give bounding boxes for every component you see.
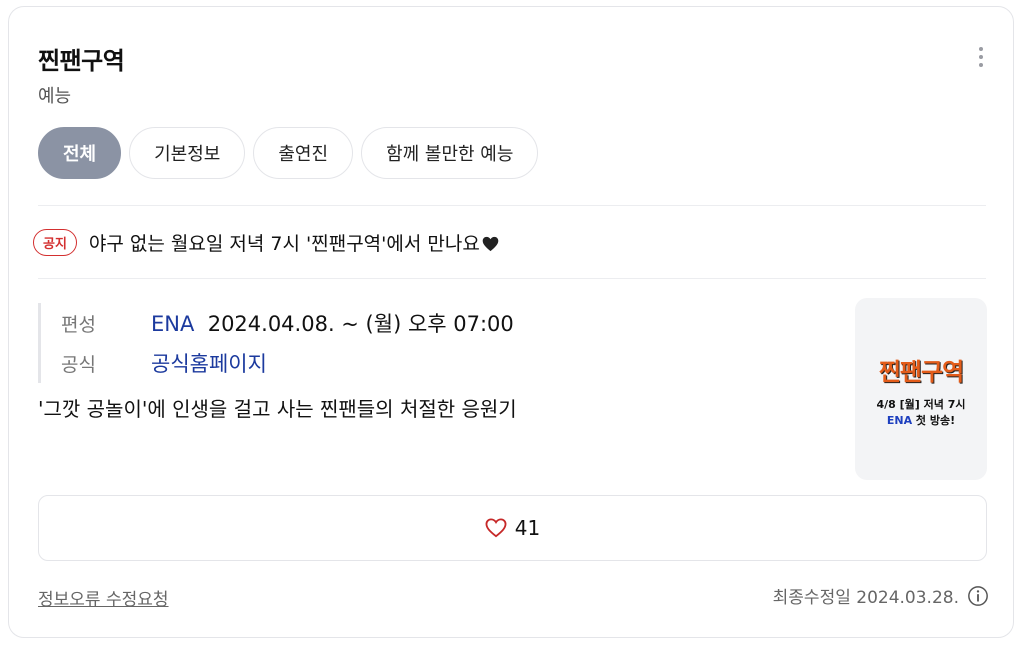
poster-channel: ENA [886,414,913,427]
tab-all[interactable]: 전체 [38,127,122,179]
tab-basic-info[interactable]: 기본정보 [129,127,246,179]
info-icon[interactable] [967,585,989,607]
last-updated-text: 최종수정일 2024.03.28. [772,588,959,608]
broadcast-info: 편성 ENA 2024.04.08. ~ (월) 오후 07:00 공식 공식홈… [38,303,514,383]
like-count: 41 [514,516,541,540]
divider [38,278,986,279]
notice-text: 야구 없는 월요일 저녁 7시 '찐팬구역'에서 만나요 [89,229,499,256]
notice-row[interactable]: 공지 야구 없는 월요일 저녁 7시 '찐팬구역'에서 만나요 [33,229,499,256]
official-homepage-link[interactable]: 공식홈페이지 [151,348,267,378]
like-button[interactable]: 41 [38,495,987,561]
poster-premiere: ENA 첫 방송! [855,412,987,428]
program-category: 예능 [38,86,72,107]
official-label: 공식 [61,353,96,376]
heart-outline-icon [485,518,507,538]
last-updated: 최종수정일 2024.03.28. [773,583,989,608]
program-title: 찐팬구역 [38,47,125,75]
report-error-link[interactable]: 정보오류 수정요청 [38,585,169,610]
poster-schedule: 4/8 [월] 저녁 7시 [876,398,966,411]
tab-related-shows[interactable]: 함께 볼만한 예능 [361,127,539,179]
channel-link[interactable]: ENA [151,312,194,336]
schedule: 2024.04.08. ~ (월) 오후 07:00 [207,312,514,336]
program-poster[interactable]: 찐팬구역 4/8 [월] 저녁 7시 ENA 첫 방송! [855,298,987,480]
notice-badge: 공지 [33,229,77,256]
program-info-card: 찐팬구역 예능 전체 기본정보 출연진 함께 볼만한 예능 공지 야구 없는 월… [8,6,1014,638]
broadcast-label: 편성 [61,313,96,336]
official-row: 공식 공식홈페이지 [61,343,514,383]
tab-bar: 전체 기본정보 출연진 함께 볼만한 예능 [38,127,539,179]
broadcast-row: 편성 ENA 2024.04.08. ~ (월) 오후 07:00 [61,303,514,343]
synopsis: '그깟 공놀이'에 인생을 걸고 사는 찐팬들의 처절한 응원기 [38,397,517,421]
tab-cast[interactable]: 출연진 [253,127,354,179]
broadcast-value: ENA 2024.04.08. ~ (월) 오후 07:00 [151,308,514,338]
poster-premiere-text: 첫 방송! [912,414,956,427]
divider [38,205,986,206]
poster-title: 찐팬구역 [878,358,964,386]
more-options-icon[interactable] [975,47,987,71]
black-heart-icon [482,236,499,252]
